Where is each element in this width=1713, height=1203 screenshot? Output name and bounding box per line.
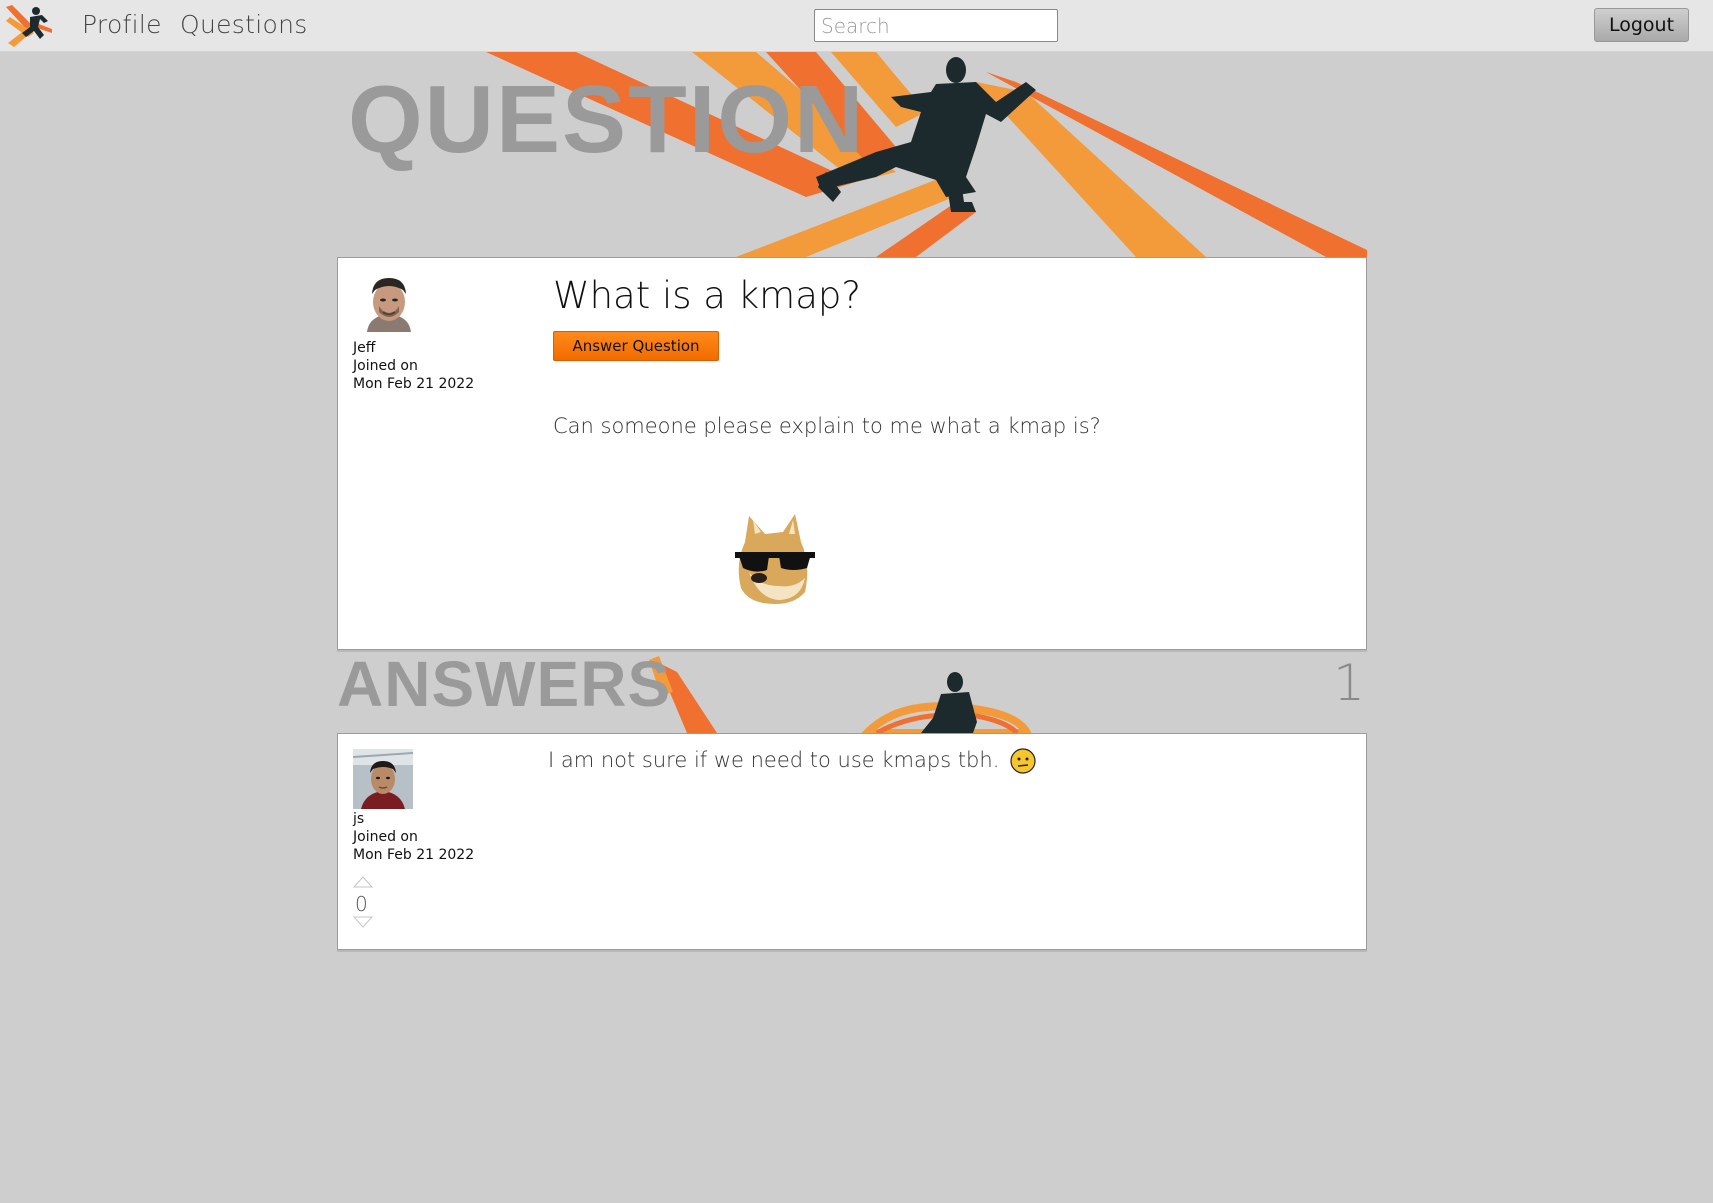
upvote-arrow-icon[interactable] — [353, 876, 373, 888]
runner-logo-icon[interactable] — [6, 3, 54, 49]
search-input[interactable] — [814, 9, 1058, 42]
answer-card: js Joined on Mon Feb 21 2022 0 I am not … — [337, 733, 1367, 950]
doge-sunglasses-image — [735, 514, 815, 604]
question-body: Can someone please explain to me what a … — [553, 414, 1101, 438]
downvote-arrow-icon[interactable] — [353, 916, 373, 928]
joined-label: Joined on — [353, 358, 418, 374]
answers-header-banner: ANSWERS 1 — [337, 652, 1367, 733]
answer-question-button[interactable]: Answer Question — [553, 331, 719, 361]
question-card: Jeff Joined on Mon Feb 21 2022 What is a… — [337, 257, 1367, 650]
user-avatar-icon — [353, 749, 413, 809]
confused-face-emoji-icon — [1010, 748, 1036, 774]
top-navbar: Profile Questions Logout — [0, 0, 1713, 52]
avatar[interactable] — [353, 749, 413, 809]
user-avatar-icon — [359, 272, 419, 332]
question-title: What is a kmap? — [553, 274, 861, 317]
author-name[interactable]: Jeff — [353, 340, 375, 356]
nav-link-questions[interactable]: Questions — [180, 10, 308, 39]
logout-button[interactable]: Logout — [1594, 8, 1689, 42]
answers-title: ANSWERS — [337, 652, 672, 720]
nav-link-profile[interactable]: Profile — [82, 10, 162, 39]
answer-body: I am not sure if we need to use kmaps tb… — [548, 748, 1036, 774]
joined-date: Mon Feb 21 2022 — [353, 847, 475, 863]
answers-count: 1 — [1333, 654, 1365, 712]
joined-date: Mon Feb 21 2022 — [353, 376, 475, 392]
hero-title: QUESTION — [348, 66, 866, 173]
joined-label: Joined on — [353, 829, 418, 845]
author-name[interactable]: js — [353, 811, 364, 827]
avatar[interactable] — [359, 272, 419, 332]
answer-text: I am not sure if we need to use kmaps tb… — [548, 748, 1000, 772]
vote-count: 0 — [355, 892, 368, 916]
question-hero-banner: QUESTION — [336, 52, 1367, 257]
